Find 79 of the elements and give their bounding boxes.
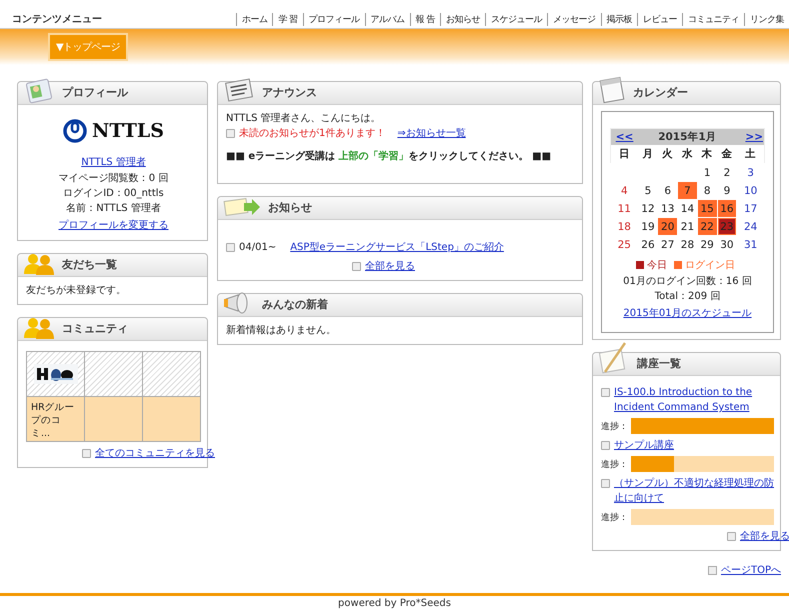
course-link[interactable]: IS-100.b Introduction to the Incident Command System (614, 385, 774, 415)
calendar-day: 15 (697, 200, 718, 218)
nav-link[interactable]: リンク集 (744, 13, 789, 26)
schedule-link[interactable]: 2015年01月のスケジュール (623, 306, 752, 320)
news-date: 04/01~ (239, 241, 276, 255)
news-link[interactable]: ASP型eラーニングサービス「LStep」のご紹介 (290, 240, 504, 255)
weekday-label: 火 (658, 145, 678, 164)
weekday-label: 金 (717, 145, 737, 164)
bullet-icon (601, 388, 610, 397)
footer-text: powered by Pro*Seeds (338, 598, 451, 609)
menu-title: コンテンツメニュー (12, 13, 103, 26)
panel-title: みんなの新着 (262, 297, 328, 312)
logo-ring-icon (62, 119, 87, 143)
weekday-label: 土 (736, 145, 764, 164)
bullet-icon (226, 129, 235, 138)
instruction-text: ■■ eラーニング受講は 上部の「学習」をクリックしてください。 ■■ (226, 150, 552, 163)
login-total: Total：209 回 (654, 290, 722, 304)
panel-title: 講座一覧 (637, 356, 681, 371)
progress-label: 進捗： (601, 420, 629, 432)
weekday-label: 日 (610, 145, 638, 164)
edit-profile-link[interactable]: プロフィールを変更する (58, 218, 168, 232)
logo-text: NTTLS (92, 120, 164, 142)
bullet-icon (601, 441, 610, 450)
see-all-link[interactable]: 全部を見る (365, 259, 415, 274)
bullet-icon (226, 243, 235, 252)
community-name-cell: HRグループのコミ... (27, 397, 85, 441)
bullet-icon (727, 532, 736, 541)
calendar-day: 7 (678, 182, 698, 200)
community-name-cell (143, 397, 200, 441)
weekday-label: 水 (678, 145, 698, 164)
panel-title: お知らせ (268, 200, 312, 215)
calendar-month: 2015年1月 (638, 128, 737, 145)
page-top-link[interactable]: ページTOPへ (720, 563, 781, 577)
nav-link[interactable]: プロフィール (302, 13, 365, 26)
all-communities-link[interactable]: 全てのコミュニティを見る (95, 446, 215, 461)
weekday-label: 月 (638, 145, 658, 164)
envelope-arrow-icon (222, 195, 262, 219)
see-all-link[interactable]: 全部を見る (740, 529, 789, 544)
progress-label: 進捗： (601, 512, 629, 524)
course-link[interactable]: （サンプル）不適切な経理処理の防止に向けて (614, 476, 774, 506)
panel-title: アナウンス (262, 85, 317, 100)
nav-link[interactable]: 報 告 (410, 13, 440, 26)
course-link[interactable]: サンプル講座 (614, 438, 674, 453)
panel-title: カレンダー (633, 85, 688, 100)
nav-link[interactable]: アルバム (364, 13, 410, 26)
greeting-text: NTTLS 管理者さん、こんにちは。 (226, 112, 382, 126)
unread-notice: 未読のお知らせが1件あります！ (239, 126, 386, 141)
bullet-icon (601, 479, 610, 488)
calendar-day: 16 (717, 200, 737, 218)
calendar-day: 23 (717, 218, 737, 236)
people-icon (22, 252, 56, 276)
legend-label: ログイン日 (685, 259, 735, 272)
notice-list-link[interactable]: ⇒お知らせ一覧 (397, 126, 466, 141)
calendar-day: 22 (697, 218, 718, 236)
panel-title: プロフィール (62, 85, 128, 100)
nav-link[interactable]: スケジュール (485, 13, 547, 26)
bullet-icon (82, 449, 91, 458)
weekday-label: 木 (697, 145, 718, 164)
calendar-day: 20 (658, 218, 678, 236)
nav-link[interactable]: ホーム (236, 13, 272, 26)
empty-message: 友だちが未登録です。 (26, 284, 127, 298)
profile-info: ログインID：00_nttls (62, 187, 165, 201)
bullet-icon (352, 262, 361, 271)
nav-link[interactable]: レビュー (637, 13, 682, 26)
nav-link[interactable]: コミュニティ (682, 13, 744, 26)
people-icon (22, 316, 56, 340)
profile-name-link[interactable]: NTTLS 管理者 (81, 155, 146, 169)
panel-title: コミュニティ (62, 321, 128, 336)
nav-link[interactable]: メッセージ (547, 13, 600, 26)
empty-message: 新着情報はありません。 (226, 324, 337, 338)
profile-info: 名前：NTTLS 管理者 (65, 202, 162, 216)
nav-link[interactable]: 学 習 (272, 13, 303, 26)
legend-label: 今日 (647, 259, 667, 272)
panel-title: 友だち一覧 (62, 257, 117, 272)
nav-link[interactable]: お知らせ (440, 13, 485, 26)
nav-link[interactable]: 掲示板 (600, 13, 637, 26)
profile-info: マイページ閲覧数：0 回 (58, 172, 170, 186)
progress-label: 進捗： (601, 458, 629, 470)
login-count: 01月のログイン回数：16 回 (622, 275, 753, 289)
